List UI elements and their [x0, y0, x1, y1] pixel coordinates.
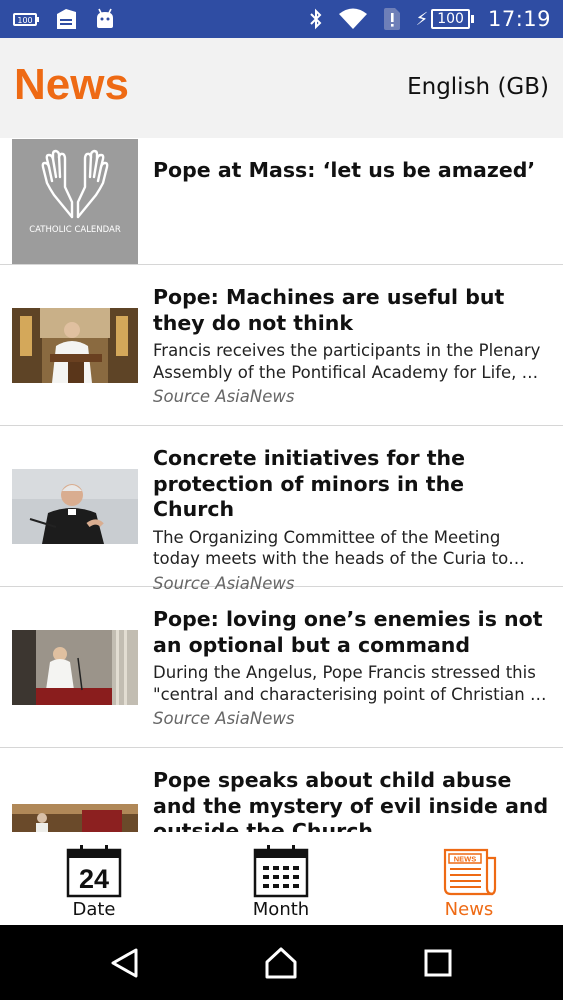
- news-app-icon: [57, 9, 76, 29]
- speaker-photo: [12, 469, 138, 544]
- back-icon[interactable]: [108, 946, 142, 980]
- newspaper-icon: NEWS: [443, 848, 497, 896]
- news-description: During the Angelus, Pope Francis stresse…: [153, 663, 547, 704]
- wifi-icon: [338, 8, 367, 29]
- news-source: Source AsiaNews: [153, 709, 295, 728]
- home-icon[interactable]: [264, 946, 298, 980]
- battery-saver-icon: 100: [13, 13, 39, 26]
- news-thumbnail: [12, 630, 138, 705]
- battery-indicator: ⚡ 100: [416, 9, 474, 30]
- news-item[interactable]: Pope: loving one’s enemies is not an opt…: [0, 587, 563, 748]
- news-list[interactable]: CATHOLIC CALENDAR Pope at Mass: ‘let us …: [0, 138, 563, 832]
- news-thumbnail: [12, 804, 138, 832]
- nav-month-label: Month: [252, 899, 310, 920]
- newspaper-icon-text: NEWS: [454, 855, 477, 864]
- news-thumbnail: [12, 469, 138, 544]
- news-item[interactable]: Concrete initiatives for the protection …: [0, 426, 563, 593]
- news-title: Pope at Mass: ‘let us be amazed’: [153, 158, 536, 182]
- news-source: Source AsiaNews: [153, 387, 295, 406]
- news-item[interactable]: CATHOLIC CALENDAR Pope at Mass: ‘let us …: [0, 138, 563, 265]
- nav-month[interactable]: Month: [231, 844, 331, 920]
- news-description: Francis receives the participants in the…: [153, 341, 541, 382]
- news-item[interactable]: Pope: Machines are useful but they do no…: [0, 265, 563, 426]
- language-selector[interactable]: English (GB): [407, 74, 549, 100]
- calendar-day-icon: 24: [66, 845, 122, 898]
- nav-date-label: Date: [72, 899, 116, 920]
- news-title: Pope speaks about child abuse and the my…: [153, 768, 549, 832]
- system-nav-bar: [0, 925, 563, 1000]
- news-title: Pope: loving one’s enemies is not an opt…: [153, 607, 543, 657]
- bluetooth-icon: [309, 8, 322, 30]
- clock: 17:19: [487, 7, 551, 31]
- thumbnail-caption: CATHOLIC CALENDAR: [29, 225, 121, 235]
- nav-date[interactable]: 24 Date: [44, 844, 144, 920]
- news-item[interactable]: Pope speaks about child abuse and the my…: [0, 748, 563, 832]
- page-title: News: [14, 60, 129, 109]
- sim-alert-icon: [383, 8, 400, 30]
- news-title: Concrete initiatives for the protection …: [153, 446, 466, 521]
- calendar-day-number: 24: [79, 864, 109, 894]
- news-description: The Organizing Committee of the Meeting …: [153, 527, 509, 569]
- news-thumbnail: CATHOLIC CALENDAR: [12, 139, 138, 264]
- android-icon: [97, 8, 113, 28]
- news-thumbnail: [12, 308, 138, 383]
- calendar-month-icon: [253, 845, 309, 898]
- bottom-nav: 24 Date Month NEWS News: [0, 832, 563, 925]
- church-interior-photo: [12, 804, 138, 832]
- news-title: Pope: Machines are useful but they do no…: [153, 285, 505, 335]
- nav-news-label: News: [444, 899, 494, 920]
- app-header: News English (GB): [0, 38, 563, 138]
- status-bar: 100 ⚡ 100 17:19: [0, 0, 563, 38]
- pope-lectern-photo: [12, 308, 138, 383]
- charging-icon: ⚡: [415, 8, 429, 29]
- battery-level: 100: [431, 9, 470, 29]
- recent-apps-icon[interactable]: [421, 946, 455, 980]
- angelus-window-photo: [12, 630, 138, 705]
- svg-text:100: 100: [17, 16, 32, 25]
- nav-news[interactable]: NEWS News: [419, 844, 519, 920]
- battery-tip: [470, 15, 474, 23]
